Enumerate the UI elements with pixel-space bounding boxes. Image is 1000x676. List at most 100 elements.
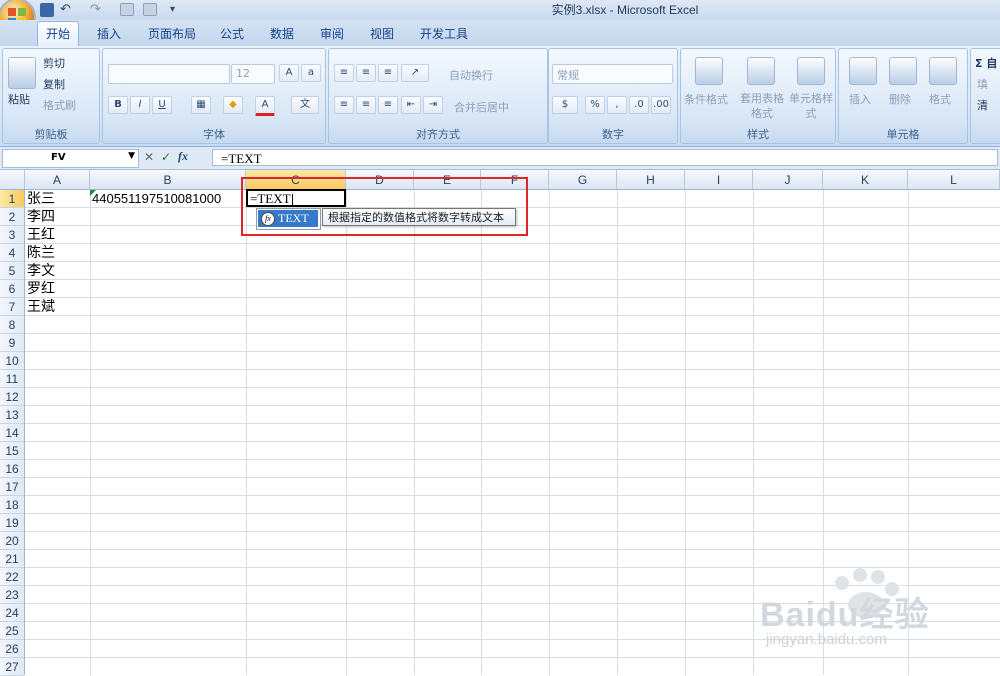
column-header-i[interactable]: I [685, 170, 753, 189]
conditional-format-icon[interactable] [695, 57, 723, 85]
format-cells-button[interactable]: 格式 [929, 91, 951, 107]
column-header-j[interactable]: J [753, 170, 823, 189]
save-icon[interactable] [40, 3, 54, 17]
cell-a1[interactable]: 张三 [27, 190, 55, 208]
cell-a2[interactable]: 李四 [27, 208, 55, 226]
conditional-format-button[interactable]: 条件格式 [684, 91, 728, 107]
row-header-19[interactable]: 19 [0, 514, 24, 532]
align-center-icon[interactable]: ≡ [356, 96, 376, 114]
tab-page-layout[interactable]: 页面布局 [148, 25, 196, 42]
copy-button[interactable]: 复制 [43, 76, 65, 92]
comma-button[interactable]: , [607, 96, 627, 114]
select-all-button[interactable] [0, 170, 25, 189]
grow-font-button[interactable]: A [279, 64, 299, 82]
cell-a4[interactable]: 陈兰 [27, 244, 55, 262]
decrease-indent-icon[interactable]: ⇤ [401, 96, 421, 114]
row-header-5[interactable]: 5 [0, 262, 24, 280]
format-as-table-icon[interactable] [747, 57, 775, 85]
row-header-24[interactable]: 24 [0, 604, 24, 622]
row-header-11[interactable]: 11 [0, 370, 24, 388]
name-box[interactable]: FV ▼ [2, 149, 139, 168]
row-header-22[interactable]: 22 [0, 568, 24, 586]
cell-a5[interactable]: 李文 [27, 262, 55, 280]
row-header-26[interactable]: 26 [0, 640, 24, 658]
insert-function-button[interactable]: fx [178, 149, 188, 164]
align-left-icon[interactable]: ≡ [334, 96, 354, 114]
undo-icon[interactable]: ↶ [60, 3, 74, 17]
row-header-27[interactable]: 27 [0, 658, 24, 676]
row-header-15[interactable]: 15 [0, 442, 24, 460]
font-size-select[interactable]: 12 [231, 64, 275, 84]
italic-button[interactable]: I [130, 96, 150, 114]
active-cell-c1[interactable]: =TEXT [246, 189, 346, 207]
fill-color-icon[interactable]: ◆ [223, 96, 243, 114]
decrease-decimal-icon[interactable]: .00 [651, 96, 671, 114]
row-header-16[interactable]: 16 [0, 460, 24, 478]
currency-icon[interactable]: $ [552, 96, 578, 114]
tab-review[interactable]: 审阅 [320, 25, 344, 42]
orientation-icon[interactable]: ↗ [401, 64, 429, 82]
row-header-14[interactable]: 14 [0, 424, 24, 442]
cell-styles-icon[interactable] [797, 57, 825, 85]
print-preview-icon[interactable] [120, 3, 134, 16]
row-header-6[interactable]: 6 [0, 280, 24, 298]
delete-cells-button[interactable]: 删除 [889, 91, 911, 107]
shrink-font-icon[interactable]: a [301, 64, 321, 82]
enter-icon[interactable]: ✓ [161, 150, 171, 164]
row-header-13[interactable]: 13 [0, 406, 24, 424]
column-header-a[interactable]: A [25, 170, 90, 189]
format-as-table-button[interactable]: 套用表格格式 [737, 91, 787, 121]
increase-indent-icon[interactable]: ⇥ [423, 96, 443, 114]
paste-button[interactable]: 粘贴 [8, 91, 30, 107]
autosum-button[interactable]: Σ 自 [975, 55, 997, 71]
customize-qat-icon[interactable]: ▾ [170, 3, 184, 17]
align-top-icon[interactable]: ≡ [334, 64, 354, 82]
column-header-k[interactable]: K [823, 170, 908, 189]
bold-button[interactable]: B [108, 96, 128, 114]
row-header-4[interactable]: 4 [0, 244, 24, 262]
quick-access-icon[interactable] [143, 3, 157, 16]
cut-button[interactable]: 剪切 [43, 55, 65, 71]
paste-icon[interactable] [8, 57, 36, 89]
format-painter-button[interactable]: 格式刷 [43, 97, 76, 113]
column-header-h[interactable]: H [617, 170, 685, 189]
row-header-17[interactable]: 17 [0, 478, 24, 496]
autocomplete-item-text[interactable]: fx TEXT [258, 210, 318, 227]
tab-data[interactable]: 数据 [270, 25, 294, 42]
align-middle-icon[interactable]: ≡ [356, 64, 376, 82]
column-header-g[interactable]: G [549, 170, 617, 189]
fill-button[interactable]: 填 [977, 76, 988, 92]
row-header-10[interactable]: 10 [0, 352, 24, 370]
format-cells-icon[interactable] [929, 57, 957, 85]
insert-cells-button[interactable]: 插入 [849, 91, 871, 107]
row-header-9[interactable]: 9 [0, 334, 24, 352]
phonetic-icon[interactable]: 文 [291, 96, 319, 114]
row-header-20[interactable]: 20 [0, 532, 24, 550]
tab-developer[interactable]: 开发工具 [420, 25, 468, 42]
cell-a7[interactable]: 王斌 [27, 298, 55, 316]
increase-decimal-icon[interactable]: .0 [629, 96, 649, 114]
column-header-b[interactable]: B [90, 170, 246, 189]
merge-center-button[interactable]: 合并后居中 [454, 99, 509, 115]
border-icon[interactable]: ▦ [191, 96, 211, 114]
tab-view[interactable]: 视图 [370, 25, 394, 42]
tab-formulas[interactable]: 公式 [220, 25, 244, 42]
row-header-21[interactable]: 21 [0, 550, 24, 568]
cancel-icon[interactable]: ✕ [144, 150, 154, 164]
delete-cells-icon[interactable] [889, 57, 917, 85]
font-color-button[interactable]: A [255, 96, 275, 116]
row-header-25[interactable]: 25 [0, 622, 24, 640]
font-name-select[interactable] [108, 64, 230, 84]
align-right-icon[interactable]: ≡ [378, 96, 398, 114]
formula-input[interactable]: =TEXT [212, 149, 998, 166]
row-header-23[interactable]: 23 [0, 586, 24, 604]
row-header-1[interactable]: 1 [0, 190, 24, 208]
wrap-text-button[interactable]: 自动换行 [449, 67, 493, 83]
number-format-select[interactable]: 常规 [552, 64, 673, 84]
tab-insert[interactable]: 插入 [97, 25, 121, 42]
row-header-3[interactable]: 3 [0, 226, 24, 244]
clear-button[interactable]: 清 [977, 97, 988, 113]
underline-button[interactable]: U [152, 96, 172, 114]
name-box-dropdown-icon[interactable]: ▼ [128, 151, 135, 161]
insert-cells-icon[interactable] [849, 57, 877, 85]
